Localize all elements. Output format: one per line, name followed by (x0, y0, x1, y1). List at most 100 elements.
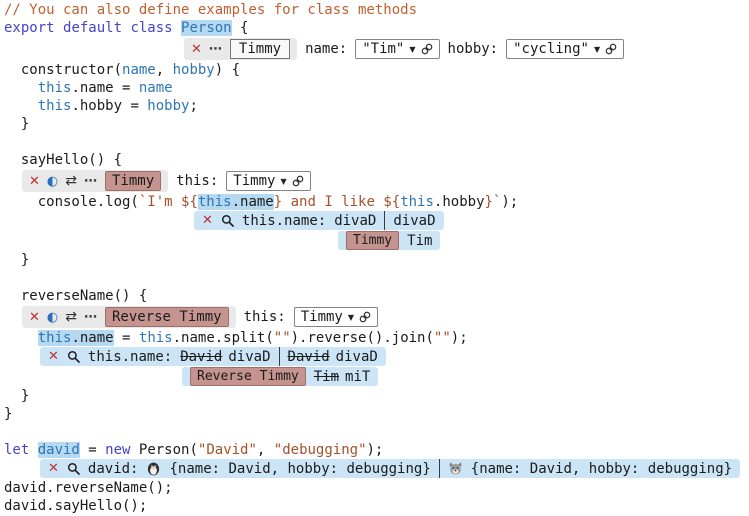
code-token: reverseName() { (4, 288, 147, 304)
string-token: "" (434, 330, 451, 346)
probe-value: divaD (228, 349, 270, 365)
code-token: ); (367, 442, 384, 458)
code-line[interactable]: david.sayHello(); (4, 497, 749, 515)
close-icon[interactable]: ✕ (48, 462, 59, 475)
code-line[interactable]: this.name = this.name.split("").reverse(… (4, 329, 749, 347)
parameter-token: hobby (173, 62, 215, 78)
variable-token: hobby (147, 98, 189, 114)
code-line[interactable]: console.log(`I'm ${this.name} and I like… (4, 193, 749, 211)
this-dropdown[interactable]: Timmy ▼ (294, 307, 378, 327)
probe-david: ✕ david: {name: David, hobby: debugging}… (40, 459, 740, 478)
blank-line[interactable] (4, 269, 749, 287)
this-token: this (139, 330, 173, 346)
param-name-dropdown[interactable]: "Tim" ▼ (355, 39, 439, 59)
toggle-example-icon[interactable]: ◐ (47, 311, 58, 324)
class-example-widget: ✕ ⋯ Timmy name: "Tim" ▼ hobby: "cycling"… (184, 38, 749, 60)
this-token: this (400, 194, 434, 210)
close-icon[interactable]: ✕ (29, 175, 40, 188)
string-token: `I'm (139, 194, 181, 210)
link-icon[interactable] (292, 175, 304, 187)
code-line[interactable]: david.reverseName(); (4, 479, 749, 497)
property-token: .hobby (434, 194, 485, 210)
swap-icon[interactable]: ⇄ (65, 310, 77, 324)
close-icon[interactable]: ✕ (29, 311, 40, 324)
toggle-example-icon[interactable]: ◐ (47, 175, 58, 188)
string-token: "David" (198, 442, 257, 458)
code-line[interactable]: } (4, 251, 749, 269)
code-line[interactable]: export default class Person { (4, 19, 749, 37)
code-token: .name.split( (173, 330, 274, 346)
code-line[interactable]: this.hobby = hobby; (4, 97, 749, 115)
value-pair: TimmiT (314, 369, 371, 385)
this-token: this (38, 80, 72, 96)
reversename-example-widget: ✕ ◐ ⇄ ⋯ Reverse Timmy this: Timmy ▼ (22, 306, 749, 328)
column-divider (279, 347, 280, 366)
column-divider (384, 211, 385, 230)
code-editor[interactable]: // You can also define examples for clas… (0, 0, 749, 516)
code-line[interactable]: // You can also define examples for clas… (4, 1, 749, 19)
template-delim-token: ${ (383, 194, 400, 210)
link-icon[interactable] (359, 311, 371, 323)
probe-old-value: Tim (314, 369, 339, 385)
more-options-icon[interactable]: ⋯ (84, 311, 98, 324)
example-badge: Timmy (346, 231, 399, 250)
parameter-token: name (122, 62, 156, 78)
example-badge[interactable]: Reverse Timmy (105, 307, 229, 327)
example-toolbar: ✕ ◐ ⇄ ⋯ Timmy (22, 170, 168, 192)
swap-icon[interactable]: ⇄ (65, 174, 77, 188)
this-dropdown[interactable]: Timmy ▼ (226, 171, 310, 191)
penguin-icon (146, 461, 161, 476)
code-token: ); (451, 330, 468, 346)
chevron-down-icon: ▼ (280, 177, 286, 186)
template-delim-token: } (485, 194, 493, 210)
probe-row: Timmy Tim (338, 231, 749, 250)
dropdown-value: Timmy (301, 309, 343, 325)
chevron-down-icon: ▼ (409, 45, 415, 54)
close-icon[interactable]: ✕ (191, 43, 202, 56)
probe-expression: this.name: (242, 213, 326, 229)
code-token: ).reverse().join( (291, 330, 434, 346)
keyword-token: new (105, 442, 139, 458)
code-token: { (232, 20, 249, 36)
close-icon[interactable]: ✕ (48, 350, 59, 363)
code-line[interactable]: } (4, 115, 749, 133)
blank-line[interactable] (4, 133, 749, 151)
occurrence-highlight: this.name (38, 330, 114, 346)
probe-value: divaD (334, 213, 376, 229)
string-token: "debugging" (274, 442, 367, 458)
close-icon[interactable]: ✕ (202, 214, 213, 227)
example-toolbar: ✕ ◐ ⇄ ⋯ Reverse Timmy (22, 306, 236, 328)
param-hobby-dropdown[interactable]: "cycling" ▼ (506, 39, 624, 59)
link-icon[interactable] (421, 43, 433, 55)
link-icon[interactable] (605, 43, 617, 55)
code-line[interactable]: let david = new Person("David", "debuggi… (4, 441, 749, 459)
code-line[interactable]: } (4, 405, 749, 423)
probe-old-value: David (180, 349, 222, 365)
more-options-icon[interactable]: ⋯ (84, 175, 98, 188)
probe-value: divaD (336, 349, 378, 365)
dropdown-value: Timmy (233, 173, 275, 189)
chevron-down-icon: ▼ (594, 45, 600, 54)
chevron-down-icon: ▼ (348, 313, 354, 322)
param-hobby-label: hobby: (448, 41, 499, 57)
code-line[interactable]: this.name = name (4, 79, 749, 97)
property-token: .name (232, 194, 274, 210)
value-pair: David divaD (180, 349, 270, 365)
keyword-token: export (4, 20, 63, 36)
example-name-input[interactable]: Timmy (230, 39, 290, 59)
code-line[interactable]: sayHello() { (4, 151, 749, 169)
string-token: and I like (282, 194, 383, 210)
code-line[interactable]: constructor(name, hobby) { (4, 61, 749, 79)
probe-row: ✕ this.name: divaD divaD (194, 211, 749, 230)
example-badge[interactable]: Timmy (105, 171, 161, 191)
example-badge: Reverse Timmy (190, 367, 306, 386)
more-options-icon[interactable]: ⋯ (209, 43, 223, 56)
dropdown-value: "Tim" (362, 41, 404, 57)
this-token: this (38, 330, 72, 346)
code-line[interactable]: reverseName() { (4, 287, 749, 305)
code-token: ); (501, 194, 518, 210)
probe-row: Reverse Timmy TimmiT (182, 367, 749, 386)
blank-line[interactable] (4, 423, 749, 441)
code-token: } (4, 116, 29, 132)
code-line[interactable]: } (4, 387, 749, 405)
